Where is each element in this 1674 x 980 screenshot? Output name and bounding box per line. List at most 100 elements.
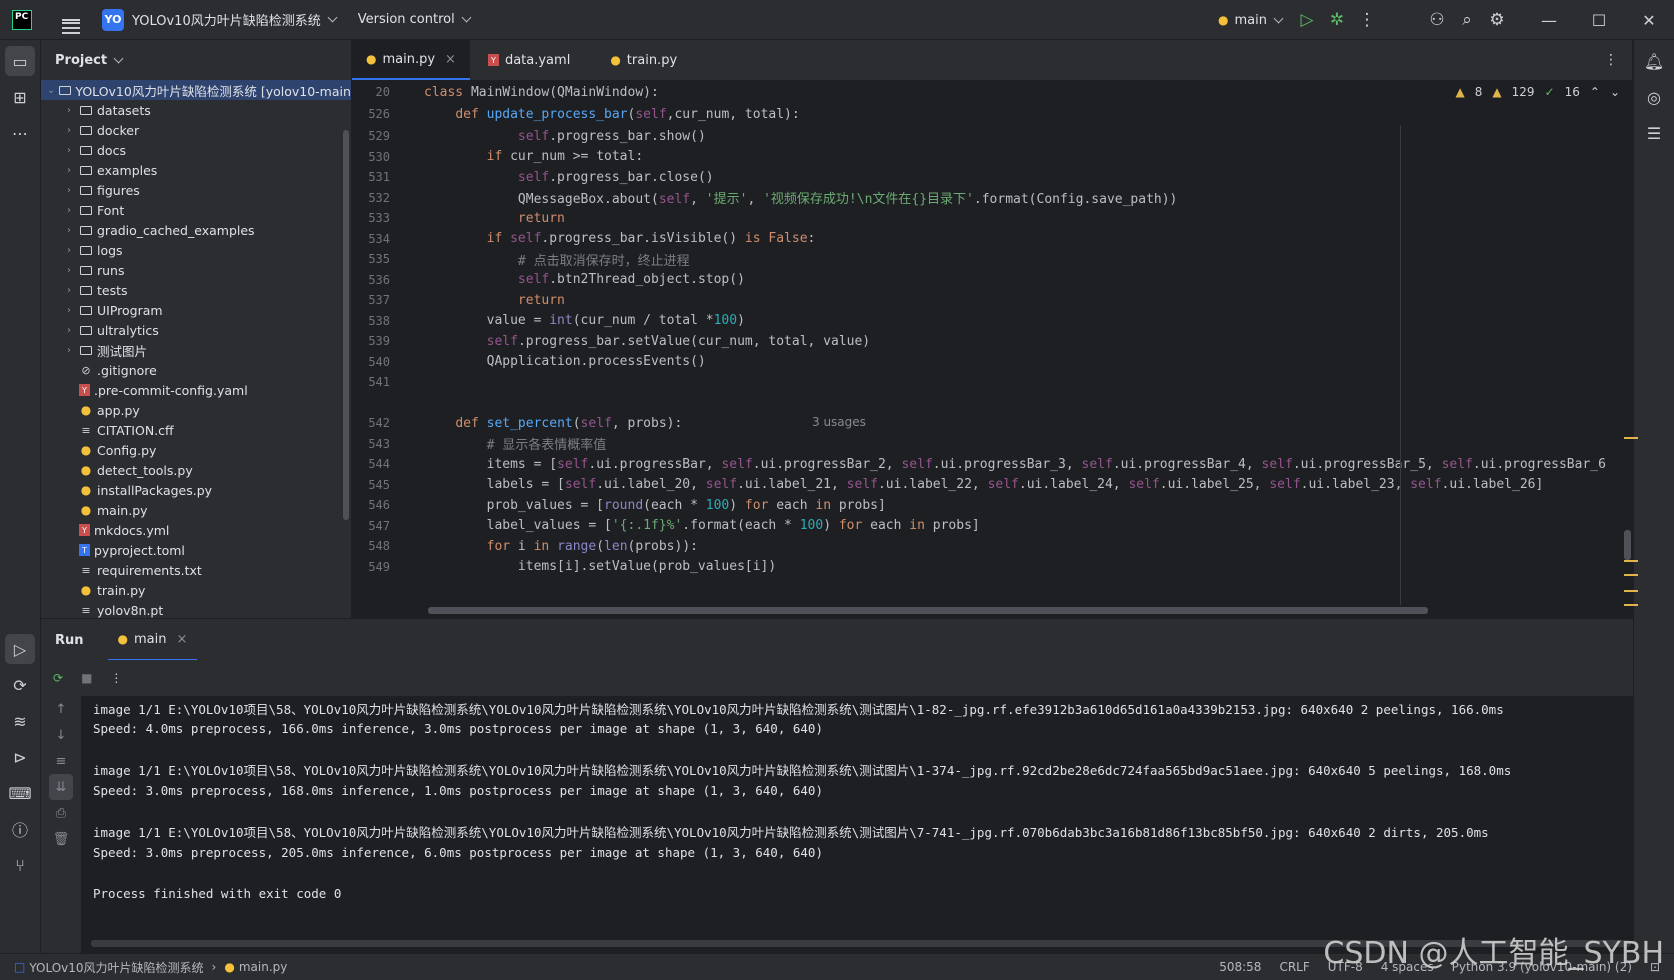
run-icon[interactable]: ▷ <box>1292 0 1322 40</box>
expand-arrow-icon[interactable]: › <box>63 325 75 336</box>
tree-item[interactable]: ● installPackages.py <box>41 480 351 500</box>
tab-train-py[interactable]: ● train.py <box>596 40 691 80</box>
scroll-down-icon[interactable]: ↓ <box>41 722 81 748</box>
tree-item[interactable]: › runs <box>41 260 351 280</box>
tree-item[interactable]: ● main.py <box>41 500 351 520</box>
expand-arrow-icon[interactable]: › <box>63 125 75 136</box>
structure-icon[interactable]: ⊞ <box>5 82 35 112</box>
scroll-up-icon[interactable]: ↑ <box>41 696 81 722</box>
tree-item[interactable]: ≡ CITATION.cff <box>41 420 351 440</box>
problems-icon[interactable]: ⓘ <box>5 814 35 844</box>
add-user-icon[interactable]: ⚇ <box>1422 0 1452 40</box>
python-console-icon[interactable]: ⟳ <box>5 670 35 700</box>
gear-icon[interactable]: ⚙ <box>1482 0 1512 40</box>
line-number[interactable]: 530 <box>352 150 390 164</box>
expand-arrow-icon[interactable]: › <box>63 145 75 156</box>
tree-item[interactable]: › docs <box>41 140 351 160</box>
line-number[interactable]: 534 <box>352 232 390 246</box>
print-icon[interactable]: ⎙ <box>41 800 81 826</box>
line-number[interactable]: 539 <box>352 334 390 348</box>
expand-arrow-icon[interactable]: › <box>63 185 75 196</box>
error-stripe-mark[interactable] <box>1624 437 1638 439</box>
code-line[interactable]: 531 self.progress_bar.close() <box>352 166 1632 188</box>
code-line[interactable]: 546 prob_values = [round(each * 100) for… <box>352 494 1632 516</box>
tree-item[interactable]: › Font <box>41 200 351 220</box>
minimize-button[interactable]: — <box>1524 0 1574 40</box>
maximize-button[interactable]: ☐ <box>1574 0 1624 40</box>
code-line[interactable]: 540 QApplication.processEvents() <box>352 351 1632 373</box>
usages-hint[interactable]: 3 usages <box>812 415 866 429</box>
close-icon[interactable]: × <box>445 52 456 67</box>
version-control-menu[interactable]: Version control <box>358 0 472 40</box>
code-line[interactable]: 529 self.progress_bar.show() <box>352 125 1632 147</box>
more-tools-icon[interactable]: ⋯ <box>5 118 35 148</box>
line-number[interactable]: 547 <box>352 519 390 533</box>
tree-item[interactable]: Ymkdocs.yml <box>41 520 351 540</box>
chevron-down-icon[interactable]: ⌄ <box>1610 85 1620 99</box>
close-icon[interactable]: × <box>177 632 188 647</box>
line-number[interactable]: 538 <box>352 314 390 328</box>
expand-arrow-icon[interactable]: › <box>63 345 75 356</box>
inspection-widget[interactable]: ▲ 8 ▲ 129 ✓ 16 ⌃ ⌄ <box>1456 81 1620 103</box>
line-number[interactable]: 531 <box>352 170 390 184</box>
project-folder-icon[interactable]: ▭ <box>5 46 35 76</box>
project-switcher[interactable]: YOLOv10风力叶片缺陷检测系统 <box>132 0 338 40</box>
line-number[interactable]: 536 <box>352 273 390 287</box>
error-stripe-mark[interactable] <box>1624 574 1638 576</box>
line-number[interactable]: 532 <box>352 191 390 205</box>
tree-item[interactable]: Y .pre-commit-config.yaml <box>41 380 351 400</box>
code-line[interactable]: 532 QMessageBox.about(self, '提示', '视频保存成… <box>352 187 1632 209</box>
more-icon[interactable]: ⋮ <box>1352 0 1382 40</box>
code-line[interactable]: 541 <box>352 371 1632 393</box>
tree-item[interactable]: › ultralytics <box>41 320 351 340</box>
line-number[interactable]: 541 <box>352 375 390 389</box>
code-line[interactable]: 20 class MainWindow(QMainWindow): <box>352 81 1632 103</box>
project-scrollbar[interactable] <box>343 130 349 520</box>
line-number[interactable]: 546 <box>352 498 390 512</box>
expand-arrow-icon[interactable]: › <box>63 205 75 216</box>
tree-item[interactable]: ≡ yolov8n.pt <box>41 600 351 618</box>
tree-item[interactable]: ● Config.py <box>41 440 351 460</box>
scroll-to-end-icon[interactable]: ⇊ <box>49 774 73 800</box>
project-panel-header[interactable]: Project <box>41 40 351 80</box>
line-number[interactable]: 526 <box>352 107 390 121</box>
terminal-icon[interactable]: ⌨ <box>5 778 35 808</box>
editor-vertical-scrollbar[interactable] <box>1624 530 1631 560</box>
code-line[interactable]: 533 return <box>352 207 1632 229</box>
error-stripe-mark[interactable] <box>1624 560 1638 562</box>
line-number[interactable]: 540 <box>352 355 390 369</box>
run-tool-icon[interactable]: ▷ <box>5 634 35 664</box>
stop-icon[interactable]: ■ <box>81 671 92 685</box>
ai-assistant-icon[interactable]: ◎ <box>1639 82 1669 112</box>
layers-icon[interactable]: ≋ <box>5 706 35 736</box>
tree-item[interactable]: › 测试图片 <box>41 340 351 360</box>
tree-item[interactable]: Tpyproject.toml <box>41 540 351 560</box>
code-line[interactable]: 526 def update_process_bar(self,cur_num,… <box>352 103 1632 125</box>
services-icon[interactable]: ⊳ <box>5 742 35 772</box>
tree-item[interactable]: ≡ requirements.txt <box>41 560 351 580</box>
code-line[interactable]: 542 def set_percent(self, probs): <box>352 412 1632 434</box>
git-icon[interactable]: ⑂ <box>5 850 35 880</box>
tree-item[interactable]: › logs <box>41 240 351 260</box>
code-line[interactable]: 548 for i in range(len(probs)): <box>352 535 1632 557</box>
code-editor[interactable]: 20 class MainWindow(QMainWindow): 526 def … <box>352 81 1632 618</box>
database-icon[interactable]: ☰ <box>1639 118 1669 148</box>
notifications-icon[interactable]: 🔔︎ <box>1639 46 1669 76</box>
debug-icon[interactable]: ✲ <box>1322 0 1352 40</box>
search-icon[interactable]: ⌕ <box>1452 0 1482 40</box>
line-number[interactable]: 548 <box>352 539 390 553</box>
error-stripe-mark[interactable] <box>1624 590 1638 592</box>
line-number[interactable]: 542 <box>352 416 390 430</box>
tree-item[interactable]: ⊘ .gitignore <box>41 360 351 380</box>
expand-arrow-icon[interactable]: › <box>63 165 75 176</box>
expand-arrow-icon[interactable]: › <box>63 105 75 116</box>
breadcrumb-file[interactable]: main.py <box>239 960 288 974</box>
error-stripe-mark[interactable] <box>1624 604 1638 606</box>
close-window-button[interactable]: ✕ <box>1624 0 1674 40</box>
run-console[interactable]: image 1/1 E:\YOLOv10项目\58、YOLOv10风力叶片缺陷检… <box>81 696 1633 953</box>
line-number[interactable]: 537 <box>352 293 390 307</box>
code-line[interactable]: 536 self.btn2Thread_object.stop() <box>352 269 1632 291</box>
line-number[interactable]: 529 <box>352 129 390 143</box>
code-line[interactable]: 535 # 点击取消保存时，终止进程 <box>352 248 1632 270</box>
line-number[interactable]: 545 <box>352 478 390 492</box>
